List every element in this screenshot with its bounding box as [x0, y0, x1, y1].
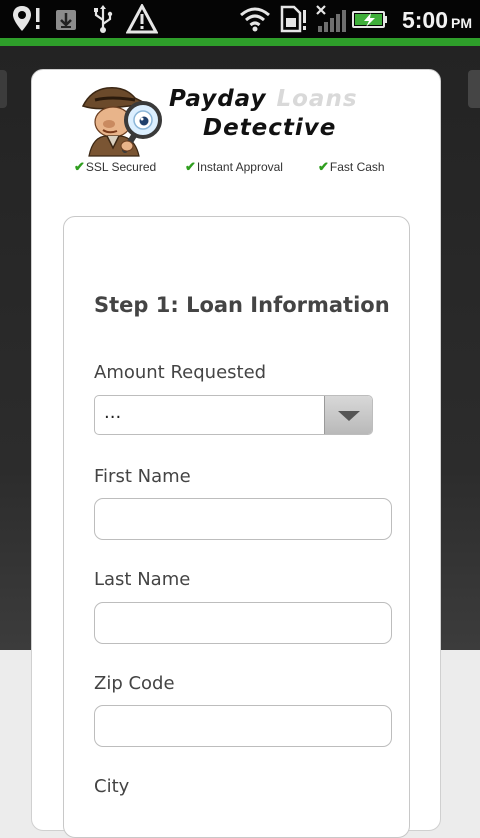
last-name-input[interactable]: [94, 602, 392, 644]
clock: 5:00 PM: [402, 0, 472, 38]
logo-word-loans: Loans: [276, 86, 358, 112]
check-icon: ✔: [74, 159, 85, 174]
signal-icon: [314, 4, 348, 34]
logo-word-payday: Payday: [169, 86, 267, 112]
status-accent-line: [0, 38, 480, 46]
zip-code-label: Zip Code: [94, 673, 175, 694]
left-edge-tab: [0, 70, 7, 108]
loan-card: Payday Loans Detective ✔SSL Secured ✔Inst…: [31, 69, 441, 838]
zip-code-input[interactable]: [94, 705, 392, 747]
badge-ssl-label: SSL Secured: [85, 160, 157, 174]
badge-fast-cash: ✔Fast Cash: [318, 159, 385, 175]
detective-logo-icon: [81, 86, 162, 157]
logo-word-detective: Detective: [203, 115, 337, 141]
badge-approval: ✔Instant Approval: [185, 159, 283, 175]
check-icon: ✔: [185, 159, 196, 174]
badge-fast-cash-label: Fast Cash: [329, 160, 385, 174]
clock-ampm: PM: [451, 15, 472, 31]
download-icon: [54, 4, 80, 34]
site-logo[interactable]: Payday Loans Detective: [77, 76, 397, 158]
warning-icon: [126, 4, 158, 34]
check-icon: ✔: [318, 159, 329, 174]
logo-line-1: Payday Loans: [169, 86, 358, 112]
amount-label: Amount Requested: [94, 362, 267, 383]
city-label: City: [94, 776, 130, 797]
sim-icon: [278, 4, 308, 34]
battery-charging-icon: [351, 4, 389, 34]
location-icon: [10, 4, 44, 34]
badge-ssl: ✔SSL Secured: [74, 159, 156, 175]
loan-form: Step 1: Loan Information Amount Requeste…: [63, 216, 410, 838]
last-name-label: Last Name: [94, 569, 191, 590]
wifi-icon: [238, 4, 272, 34]
amount-select-value: ...: [104, 402, 122, 423]
amount-select[interactable]: ...: [94, 395, 373, 435]
right-edge-tab: [468, 70, 480, 108]
status-bar: 5:00 PM: [0, 0, 480, 38]
first-name-label: First Name: [94, 466, 191, 487]
step-title: Step 1: Loan Information: [94, 293, 390, 317]
first-name-input[interactable]: [94, 498, 392, 540]
trust-badges: ✔SSL Secured ✔Instant Approval ✔Fast Cas…: [74, 159, 404, 175]
dropdown-button[interactable]: [324, 396, 372, 434]
badge-approval-label: Instant Approval: [196, 160, 283, 174]
usb-icon: [90, 4, 116, 34]
chevron-down-icon: [338, 411, 360, 421]
clock-time: 5:00: [401, 7, 448, 33]
